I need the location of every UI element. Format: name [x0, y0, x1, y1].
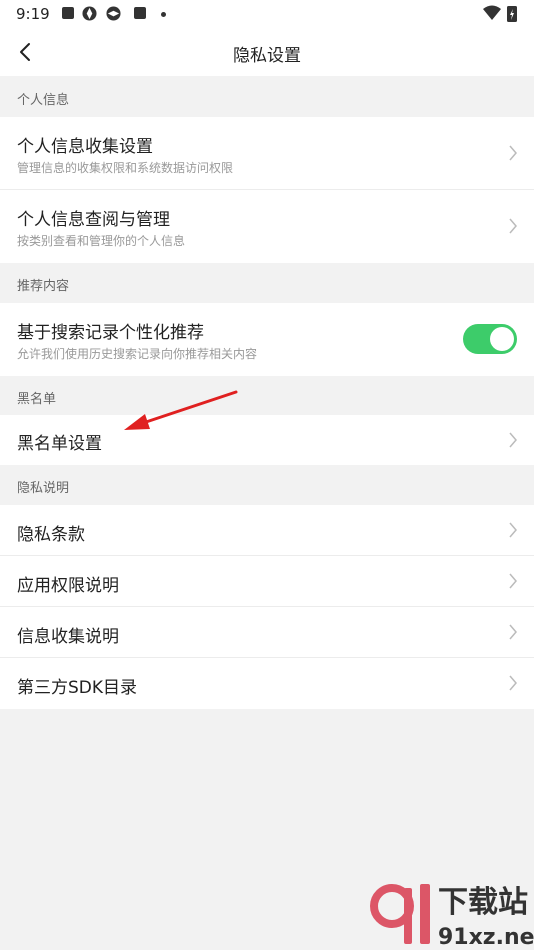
toggle-knob: [490, 327, 514, 351]
item-title: 信息收集说明: [17, 627, 119, 647]
watermark-logo-icon: 下载站 91xz.net: [370, 884, 534, 950]
personal-info-view-manage-item[interactable]: 个人信息查阅与管理 按类别查看和管理你的个人信息: [0, 190, 534, 263]
nav-bar: 隐私设置: [0, 28, 534, 76]
privacy-terms-item[interactable]: 隐私条款: [0, 505, 534, 556]
chevron-right-icon: [509, 432, 517, 448]
item-title: 基于搜索记录个性化推荐: [17, 323, 204, 343]
item-title: 个人信息收集设置: [17, 137, 153, 157]
item-subtitle: 管理信息的收集权限和系统数据访问权限: [17, 161, 234, 175]
chevron-right-icon: [509, 522, 517, 538]
status-time: 9:19: [16, 5, 50, 23]
section-label: 推荐内容: [17, 279, 70, 294]
notification-aperture-icon: [82, 6, 97, 21]
watermark-domain: 91xz.net: [438, 925, 534, 950]
more-notifications-dot-icon: [161, 12, 166, 17]
recommend-toggle-switch[interactable]: [463, 324, 517, 354]
item-title: 隐私条款: [17, 525, 85, 545]
chevron-right-icon: [509, 145, 517, 161]
wifi-battery-icons: [483, 5, 517, 22]
personal-info-collection-item[interactable]: 个人信息收集设置 管理信息的收集权限和系统数据访问权限: [0, 117, 534, 190]
item-title: 应用权限说明: [17, 576, 119, 596]
watermark-brand: 下载站: [438, 885, 528, 920]
section-label: 个人信息: [17, 93, 70, 108]
section-header-blacklist: 黑名单: [0, 376, 534, 416]
chevron-right-icon: [509, 573, 517, 589]
info-collection-item[interactable]: 信息收集说明: [0, 607, 534, 658]
section-header-privacy: 隐私说明: [0, 465, 534, 505]
status-bar: 9:19: [0, 0, 534, 28]
chevron-right-icon: [509, 218, 517, 234]
section-header-recommend: 推荐内容: [0, 263, 534, 303]
chevron-right-icon: [509, 675, 517, 691]
item-subtitle: 允许我们使用历史搜索记录向你推荐相关内容: [17, 347, 258, 361]
blacklist-settings-item[interactable]: 黑名单设置: [0, 415, 534, 465]
chevron-right-icon: [509, 624, 517, 640]
item-title: 个人信息查阅与管理: [17, 210, 170, 230]
item-title: 第三方SDK目录: [17, 678, 138, 698]
personalized-recommend-item: 基于搜索记录个性化推荐 允许我们使用历史搜索记录向你推荐相关内容: [0, 303, 534, 376]
section-header-personal-info: 个人信息: [0, 77, 534, 117]
section-label: 黑名单: [17, 392, 57, 407]
section-label: 隐私说明: [17, 481, 70, 496]
page-title: 隐私设置: [233, 46, 301, 66]
notification-square-icon: [62, 7, 74, 19]
app-permission-item[interactable]: 应用权限说明: [0, 556, 534, 607]
notification-aperture-icon: [106, 6, 121, 21]
item-title: 黑名单设置: [17, 434, 102, 454]
notification-square-icon: [134, 7, 146, 19]
item-subtitle: 按类别查看和管理你的个人信息: [17, 234, 186, 248]
third-party-sdk-item[interactable]: 第三方SDK目录: [0, 658, 534, 709]
